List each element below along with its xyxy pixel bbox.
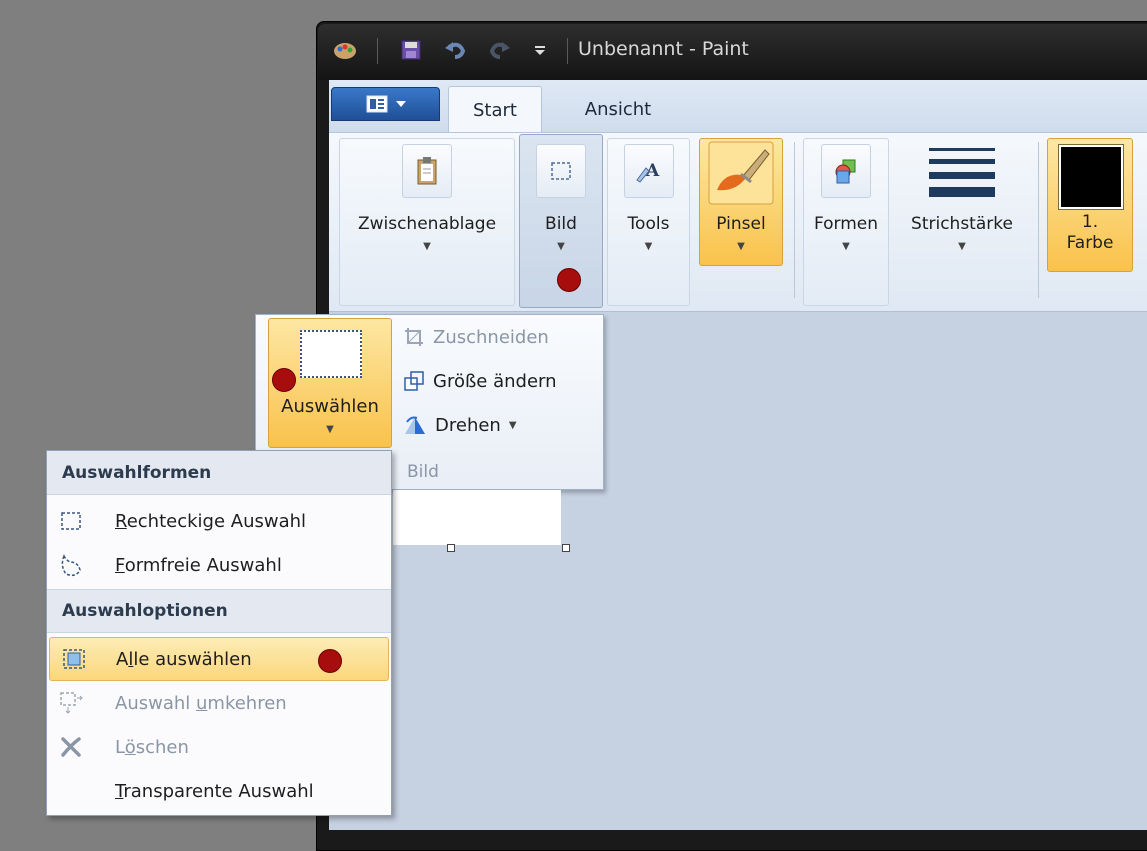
select-all-icon [63,649,85,669]
select-label: Auswählen [281,396,379,417]
save-icon[interactable] [398,38,424,62]
image-group-label: Bild [407,462,439,482]
image-label: Bild [545,214,577,234]
menu-item-label-pre: L [115,736,125,758]
line-width-button[interactable]: Strichstärke ▼ [897,142,1027,254]
menu-item-label: le auswählen [133,648,252,670]
resize-handle[interactable] [562,544,570,552]
invert-selection-icon [60,692,83,714]
resize-handle[interactable] [447,544,455,552]
highlight-marker [318,649,342,673]
menu-item-label: ransparente Auswahl [123,780,314,802]
delete-icon [61,737,81,757]
section-header-selection-shapes: Auswahlformen [47,451,391,495]
chevron-down-icon: ▼ [326,424,334,435]
menu-item-transparent-selection[interactable]: Transparente Auswahl [47,769,391,813]
tab-ansicht[interactable]: Ansicht [560,86,676,133]
select-rect-icon [536,144,586,198]
crop-label: Zuschneiden [433,326,549,348]
paint-app-icon[interactable] [332,38,358,62]
chevron-down-icon: ▼ [958,241,966,253]
clipboard-button[interactable]: Zwischenablage ▼ [339,144,515,254]
crop-icon [405,328,423,346]
separator [1038,142,1039,298]
tools-label: Tools [627,214,670,234]
tab-start[interactable]: Start [448,86,542,133]
rotate-button[interactable]: Drehen ▼ [403,414,517,436]
image-button[interactable]: Bild ▼ [519,144,603,254]
clipboard-label: Zwischenablage [357,214,497,234]
redo-icon[interactable] [487,38,513,62]
chevron-down-icon: ▼ [842,241,850,253]
resize-label: Größe ändern [433,370,557,392]
resize-button[interactable]: Größe ändern [403,370,557,392]
tools-icon: A [623,144,674,198]
freeform-select-icon [61,554,81,577]
menu-item-label: schen [135,736,189,758]
color1-swatch [1058,144,1124,210]
section-header-selection-options: Auswahloptionen [47,589,391,633]
canvas-document[interactable] [393,490,561,545]
select-rect-icon [300,330,362,378]
chevron-down-icon: ▼ [423,241,431,253]
highlight-marker [272,368,296,392]
resize-icon [404,371,424,391]
paint-menu-button[interactable] [331,87,440,121]
color1-label-line2: Farbe [1066,233,1114,254]
separator [794,142,795,298]
line-width-icon [929,148,995,197]
rotate-icon [405,416,425,434]
menu-item-freeform-selection[interactable]: Formfreie Auswahl [47,543,391,587]
accelerator: F [115,554,125,576]
highlight-marker [557,268,581,292]
menu-item-invert-selection[interactable]: Auswahl umkehren [47,681,391,725]
window-title: Unbenannt - Paint [578,38,749,60]
accelerator: R [115,510,127,532]
menu-item-label-pre: A [116,648,129,670]
undo-icon[interactable] [442,38,468,62]
crop-button[interactable]: Zuschneiden [403,326,549,348]
separator [567,38,568,64]
chevron-down-icon: ▼ [737,241,745,253]
menu-item-label: echteckige Auswahl [126,510,307,532]
shapes-label: Formen [813,214,879,234]
menu-item-label: ormfreie Auswahl [124,554,282,576]
menu-item-rectangular-selection[interactable]: Rechteckige Auswahl [47,499,391,543]
line-width-label: Strichstärke [911,214,1013,234]
clipboard-icon [402,144,452,198]
menu-item-label-pre: Auswahl [115,692,196,714]
menu-item-label: mkehren [207,692,287,714]
color1-label-line1: 1. [1081,212,1099,232]
rotate-label: Drehen [435,414,501,436]
rect-select-icon [61,512,81,530]
chevron-down-icon: ▼ [508,419,517,431]
brush-icon [708,141,774,205]
chevron-down-icon [395,101,406,107]
brush-button[interactable]: Pinsel ▼ [699,140,783,254]
color1-button[interactable]: 1. Farbe [1047,212,1133,255]
brush-label: Pinsel [716,214,766,234]
shapes-button[interactable]: Formen ▼ [803,144,889,254]
accelerator: u [195,692,208,714]
accelerator: ö [124,736,136,758]
paint-menu-icon [366,95,387,113]
tools-button[interactable]: A Tools ▼ [607,144,690,254]
shapes-icon [821,144,871,198]
separator [377,38,378,64]
chevron-down-icon: ▼ [644,241,653,253]
customize-qat-icon[interactable] [527,38,553,62]
chevron-down-icon: ▼ [557,241,565,253]
menu-item-delete[interactable]: Löschen [47,725,391,769]
